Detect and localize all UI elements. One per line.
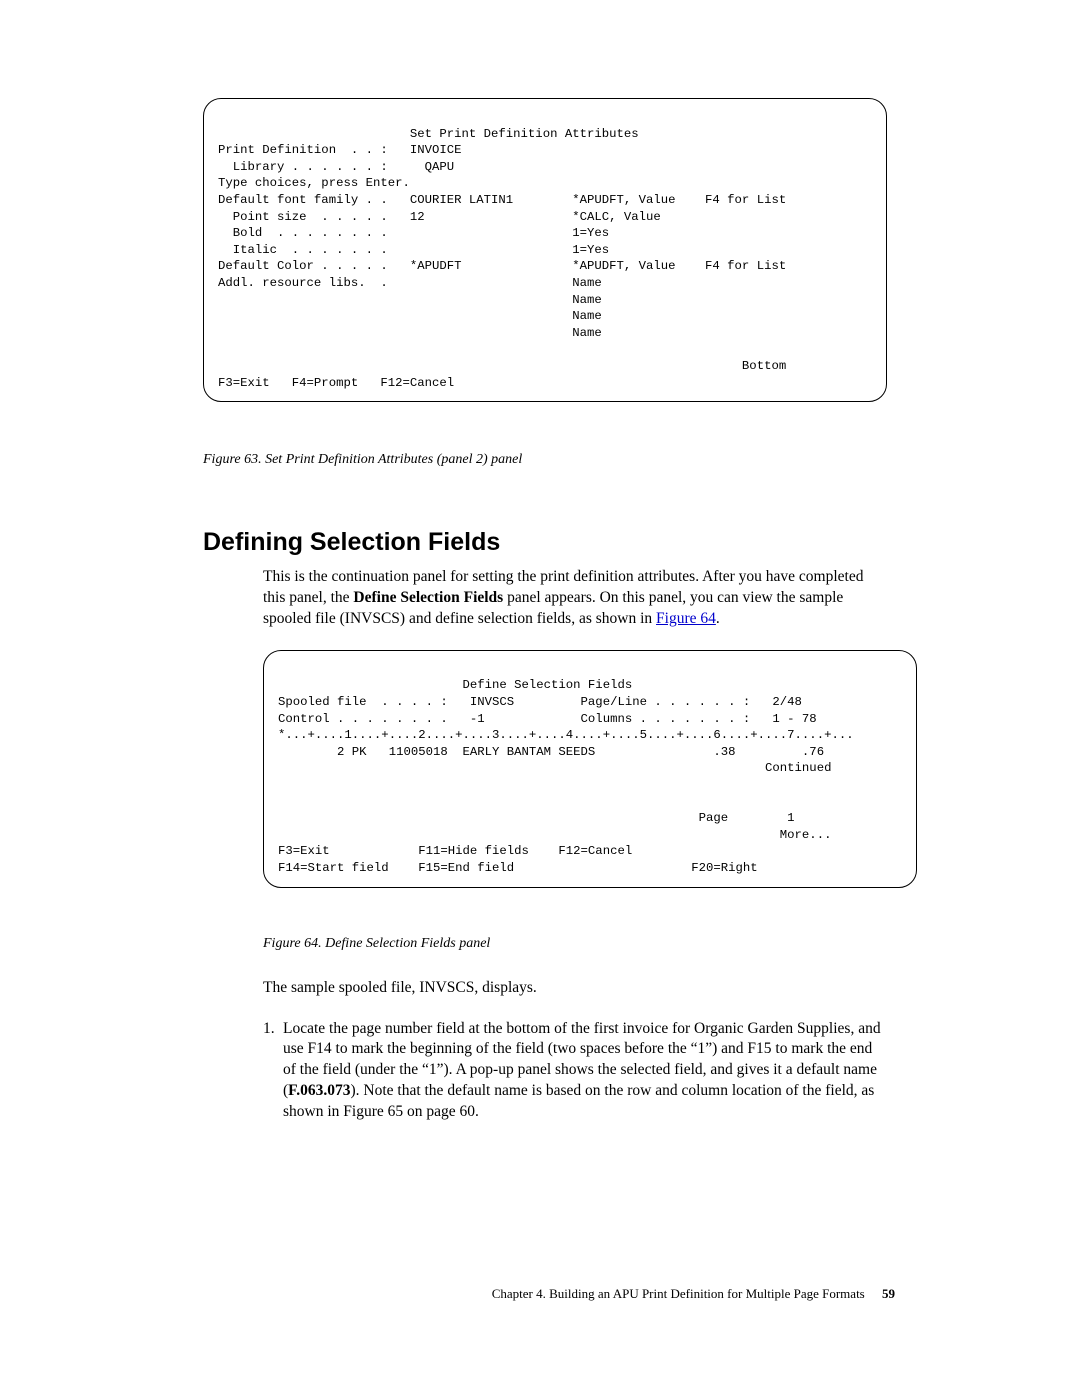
panel-set-print-def-attrs: Set Print Definition Attributes Print De… — [203, 98, 887, 402]
panel1-l8: Default Color . . . . . *APUDFT *APUDFT,… — [218, 259, 786, 273]
panel1-l10: Name — [218, 293, 602, 307]
panel2-l1: Spooled file . . . . : INVSCS Page/Line … — [278, 695, 802, 709]
panel1-bottom: Bottom — [218, 359, 786, 373]
ordered-list: 1. Locate the page number field at the b… — [263, 1019, 887, 1124]
ol-number: 1. — [263, 1019, 283, 1124]
panel2-l5: Continued — [278, 761, 831, 775]
para1-bold: Define Selection Fields — [353, 589, 503, 606]
panel1-l11: Name — [218, 309, 602, 323]
ol1-bold: F.063.073 — [288, 1082, 350, 1099]
panel2-l4: 2 PK 11005018 EARLY BANTAM SEEDS .38 .76 — [278, 745, 824, 759]
panel1-l1: Print Definition . . : INVOICE — [218, 143, 462, 157]
panel1-l4: Default font family . . COURIER LATIN1 *… — [218, 193, 786, 207]
panel1-l5: Point size . . . . . 12 *CALC, Value — [218, 210, 661, 224]
panel1-keys: F3=Exit F4=Prompt F12=Cancel — [218, 376, 454, 390]
figure-64-caption: Figure 64. Define Selection Fields panel — [263, 936, 887, 952]
paragraph-2: The sample spooled file, INVSCS, display… — [263, 978, 887, 999]
section-heading-defining-selection-fields: Defining Selection Fields — [203, 528, 887, 557]
panel1-l6: Bold . . . . . . . . 1=Yes — [218, 226, 609, 240]
panel2-l7: More... — [278, 828, 831, 842]
panel2-title: Define Selection Fields — [278, 678, 632, 692]
para1-c: . — [716, 610, 720, 627]
panel1-l7: Italic . . . . . . . 1=Yes — [218, 243, 609, 257]
panel2-l3: *...+....1....+....2....+....3....+....4… — [278, 728, 854, 742]
paragraph-1: This is the continuation panel for setti… — [263, 567, 887, 630]
figure-63-caption: Figure 63. Set Print Definition Attribut… — [203, 452, 887, 468]
panel-define-selection-fields: Define Selection Fields Spooled file . .… — [263, 650, 917, 888]
panel1-l3: Type choices, press Enter. — [218, 176, 410, 190]
panel2-l6: Page 1 — [278, 811, 795, 825]
panel1-title: Set Print Definition Attributes — [218, 127, 639, 141]
footer-page-number: 59 — [882, 1286, 895, 1301]
figure-64-link[interactable]: Figure 64 — [656, 610, 716, 627]
panel1-l2: Library . . . . . . : QAPU — [218, 160, 454, 174]
panel2-l2: Control . . . . . . . . -1 Columns . . .… — [278, 712, 817, 726]
panel2-l9: F14=Start field F15=End field F20=Right — [278, 861, 758, 875]
ol-item-1: Locate the page number field at the bott… — [283, 1019, 887, 1124]
panel2-l8: F3=Exit F11=Hide fields F12=Cancel — [278, 844, 632, 858]
ol1-b: ). Note that the default name is based o… — [283, 1082, 874, 1120]
page-footer: Chapter 4. Building an APU Print Definit… — [492, 1286, 895, 1302]
footer-chapter: Chapter 4. Building an APU Print Definit… — [492, 1286, 865, 1301]
panel1-l9: Addl. resource libs. . Name — [218, 276, 602, 290]
panel1-l12: Name — [218, 326, 602, 340]
